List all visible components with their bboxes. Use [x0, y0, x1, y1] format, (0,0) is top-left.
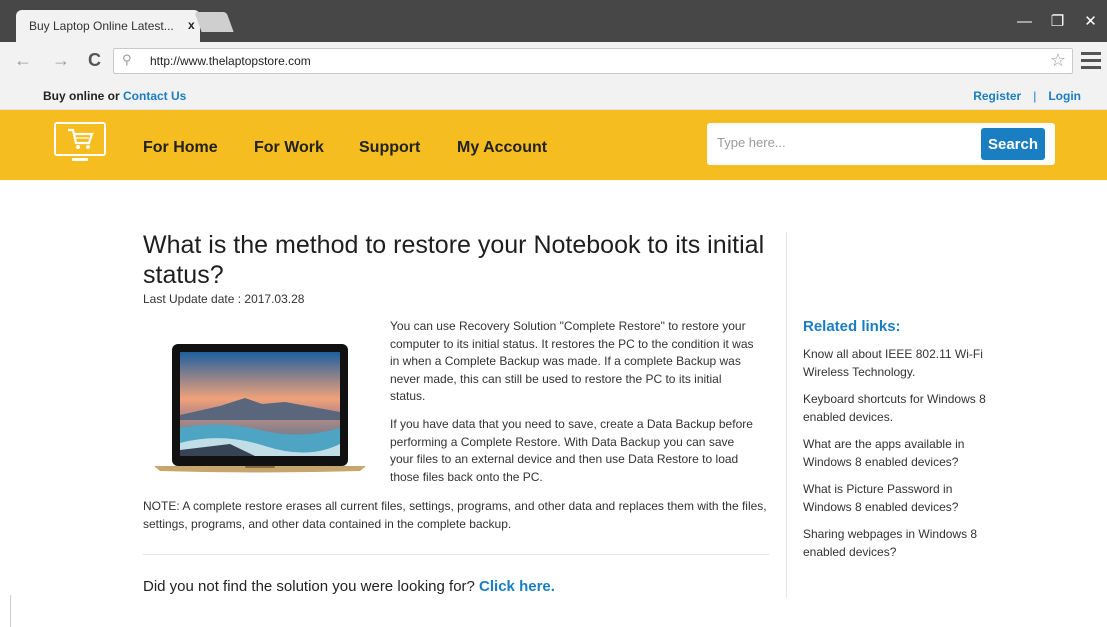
search-icon: ⚲: [122, 52, 132, 67]
solution-question: Did you not find the solution you were l…: [143, 578, 480, 595]
url-text: http://www.thelaptopstore.com: [150, 54, 311, 68]
star-icon[interactable]: ☆: [1050, 50, 1066, 71]
contact-us-link[interactable]: Contact Us: [123, 89, 186, 103]
back-icon[interactable]: ←: [14, 50, 32, 71]
related-link-wifi[interactable]: Know all about IEEE 802.11 Wi-Fi Wireles…: [803, 346, 993, 381]
search-button[interactable]: Search: [981, 128, 1045, 160]
last-update-date: Last Update date : 2017.03.28: [143, 292, 305, 306]
login-link[interactable]: Login: [1048, 89, 1081, 103]
separator: |: [1033, 89, 1037, 103]
sidebar-divider: [786, 232, 787, 598]
article-paragraph-1: You can use Recovery Solution "Complete …: [390, 319, 754, 403]
address-bar[interactable]: ⚲ http://www.thelaptopstore.com ☆: [113, 48, 1073, 74]
site-search: Search: [707, 123, 1055, 165]
main-navigation: For Home For Work Support My Account Sea…: [0, 110, 1107, 180]
laptop-cart-logo-icon[interactable]: [52, 120, 108, 162]
register-link[interactable]: Register: [973, 89, 1021, 103]
browser-titlebar: Buy Laptop Online Latest... x — ❐ ✕: [0, 0, 1107, 42]
solution-prompt: Did you not find the solution you were l…: [143, 578, 555, 595]
buy-online-prefix: Buy online or: [43, 89, 124, 103]
click-here-link[interactable]: Click here.: [479, 578, 555, 595]
article-paragraph-2: If you have data that you need to save, …: [390, 417, 753, 484]
reload-icon[interactable]: C: [88, 50, 101, 71]
page-edge-indicator: [10, 595, 11, 627]
related-link-sharing[interactable]: Sharing webpages in Windows 8 enabled de…: [803, 526, 993, 561]
content-divider: [143, 554, 769, 555]
buy-online-text: Buy online or Contact Us: [43, 89, 186, 103]
search-input[interactable]: [717, 135, 967, 150]
restore-note: NOTE: A complete restore erases all curr…: [143, 499, 767, 531]
related-links-heading: Related links:: [803, 318, 901, 335]
nav-support[interactable]: Support: [359, 139, 420, 157]
related-link-apps[interactable]: What are the apps available in Windows 8…: [803, 436, 993, 471]
nav-for-home[interactable]: For Home: [143, 139, 218, 157]
new-tab-button[interactable]: [194, 12, 234, 32]
tab-title: Buy Laptop Online Latest...: [29, 19, 174, 33]
browser-toolbar: ← → C ⚲ http://www.thelaptopstore.com ☆: [0, 42, 1107, 80]
utility-bar: Buy online or Contact Us Register | Login: [0, 80, 1107, 110]
page-title: What is the method to restore your Noteb…: [143, 231, 765, 289]
nav-for-work[interactable]: For Work: [254, 139, 324, 157]
menu-icon[interactable]: [1081, 52, 1101, 73]
related-links-list: Know all about IEEE 802.11 Wi-Fi Wireles…: [803, 346, 993, 571]
nav-my-account[interactable]: My Account: [457, 139, 547, 157]
account-links: Register | Login: [973, 89, 1081, 103]
forward-icon[interactable]: →: [52, 50, 70, 71]
window-controls: — ❐ ✕: [1008, 0, 1107, 42]
laptop-image: [154, 344, 366, 473]
related-link-picture-password[interactable]: What is Picture Password in Windows 8 en…: [803, 481, 993, 516]
minimize-icon[interactable]: —: [1008, 0, 1041, 42]
browser-tab[interactable]: Buy Laptop Online Latest... x: [16, 10, 200, 42]
related-link-shortcuts[interactable]: Keyboard shortcuts for Windows 8 enabled…: [803, 391, 993, 426]
close-icon[interactable]: ✕: [1074, 0, 1107, 42]
tab-close-button[interactable]: x: [188, 18, 195, 32]
article-content: What is the method to restore your Noteb…: [0, 180, 1107, 627]
maximize-icon[interactable]: ❐: [1041, 0, 1074, 42]
